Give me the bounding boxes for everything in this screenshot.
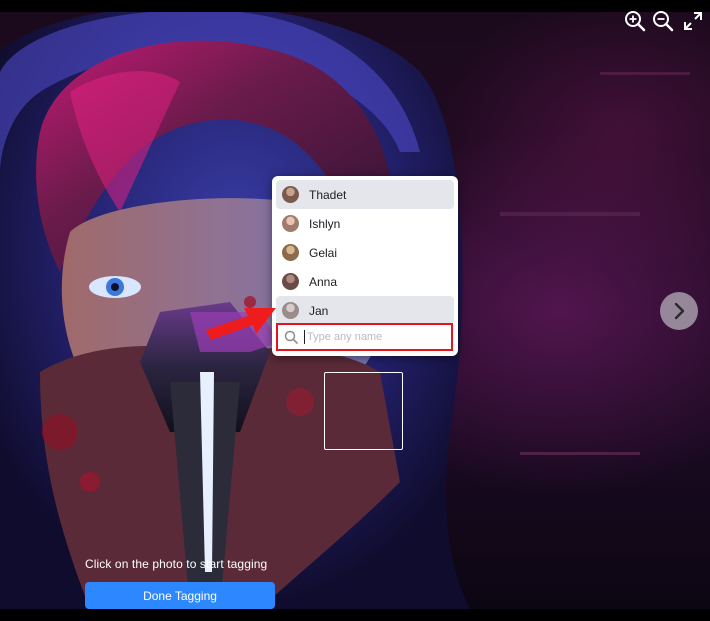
- friend-name: Jan: [309, 303, 329, 318]
- avatar: [282, 186, 299, 203]
- next-photo-button[interactable]: [660, 292, 698, 330]
- avatar: [282, 244, 299, 261]
- done-tagging-button[interactable]: Done Tagging: [85, 582, 275, 609]
- annotation-arrow-icon: [206, 308, 276, 340]
- friend-option[interactable]: Ishlyn: [276, 209, 454, 238]
- zoom-in-icon[interactable]: [624, 10, 646, 32]
- avatar: [282, 273, 299, 290]
- friend-option[interactable]: Jan: [276, 296, 454, 325]
- friend-option[interactable]: Thadet: [276, 180, 454, 209]
- photo-viewer: Thadet Ishlyn Gelai Anna Jan Click on th…: [0, 0, 710, 621]
- friend-name: Thadet: [309, 187, 347, 202]
- friend-name: Ishlyn: [309, 216, 341, 231]
- avatar: [282, 215, 299, 232]
- expand-icon[interactable]: [682, 10, 704, 32]
- zoom-out-icon[interactable]: [652, 10, 674, 32]
- top-bar: [0, 0, 710, 12]
- friend-name: Anna: [309, 274, 338, 289]
- friend-option[interactable]: Gelai: [276, 238, 454, 267]
- tag-frame[interactable]: [324, 372, 403, 450]
- tag-search-input[interactable]: [304, 330, 447, 344]
- friend-option[interactable]: Anna: [276, 267, 454, 296]
- tagging-hint: Click on the photo to start tagging: [85, 557, 268, 571]
- friend-name: Gelai: [309, 245, 338, 260]
- avatar: [282, 302, 299, 319]
- bottom-bar: [0, 609, 710, 621]
- chevron-right-icon: [674, 302, 685, 320]
- tag-search-box: [276, 323, 453, 351]
- search-icon: [284, 330, 298, 344]
